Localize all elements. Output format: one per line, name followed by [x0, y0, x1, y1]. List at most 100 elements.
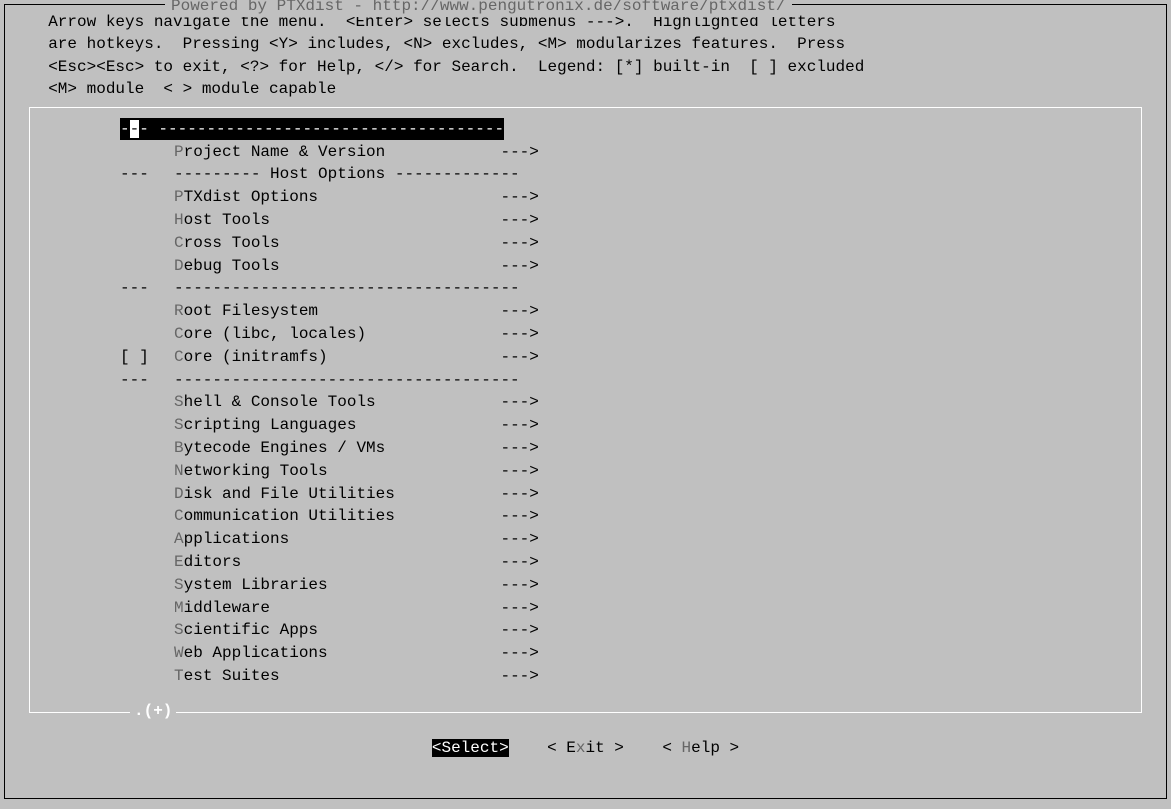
menu-item-label: oot Filesystem [184, 300, 501, 322]
menu-item[interactable]: Scientific Apps ---> [120, 619, 1141, 642]
frame-title: Powered by PTXdist - http://www.pengutro… [165, 0, 792, 17]
menu-item-label: ditors [184, 551, 501, 573]
menu-item[interactable]: Debug Tools ---> [120, 254, 1141, 277]
menu-item[interactable]: Communication Utilities ---> [120, 505, 1141, 528]
title-url-hotkey: h [373, 0, 383, 15]
menu-item-prefix [120, 642, 174, 664]
hotkey-letter: S [174, 414, 184, 436]
menu-item[interactable]: Applications ---> [120, 528, 1141, 551]
submenu-arrow-icon: ---> [500, 505, 538, 527]
menu-item-label: --------- Host Options ------------- [174, 163, 520, 185]
hotkey-letter: R [174, 300, 184, 322]
menu-item-prefix [120, 505, 174, 527]
menu-item-label: ommunication Utilities [184, 505, 501, 527]
menu-item-label: ------------------------------------ [174, 369, 520, 391]
menu-item[interactable]: Host Tools ---> [120, 209, 1141, 232]
hotkey-letter: S [174, 574, 184, 596]
submenu-arrow-icon: ---> [500, 642, 538, 664]
hotkey-letter: C [174, 323, 184, 345]
menu-item-prefix [120, 141, 174, 163]
help-text: Arrow keys navigate the menu. <Enter> se… [5, 5, 1166, 105]
menu-item[interactable]: System Libraries ---> [120, 574, 1141, 597]
menu-item[interactable]: Core (libc, locales) ---> [120, 323, 1141, 346]
submenu-arrow-icon: ---> [500, 483, 538, 505]
hotkey-letter: W [174, 642, 184, 664]
menu-item[interactable]: Cross Tools ---> [120, 232, 1141, 255]
menu-item-prefix [120, 437, 174, 459]
menu-item-label: ytecode Engines / VMs [184, 437, 501, 459]
button-bar: <Select> < Exit > < Help > [5, 737, 1166, 759]
menu-item[interactable]: --- ------------------------------------ [120, 118, 1141, 141]
menu-item-prefix [120, 300, 174, 322]
menu-item[interactable]: PTXdist Options ---> [120, 186, 1141, 209]
submenu-arrow-icon: ---> [500, 300, 538, 322]
menu-item-label: cientific Apps [184, 619, 501, 641]
menu-item[interactable]: Project Name & Version ---> [120, 140, 1141, 163]
menu-item-label: ystem Libraries [184, 574, 501, 596]
help-button[interactable]: < Help > [662, 739, 739, 757]
menu-item-label: TXdist Options [184, 186, 501, 208]
submenu-arrow-icon: ---> [500, 665, 538, 687]
submenu-arrow-icon: ---> [500, 391, 538, 413]
menu-item-prefix [120, 255, 174, 277]
outer-frame: Powered by PTXdist - http://www.pengutro… [4, 4, 1167, 799]
hotkey-letter: P [174, 141, 184, 163]
menu-item: --- --------- Host Options ------------- [120, 163, 1141, 186]
hotkey-letter: C [174, 232, 184, 254]
menu-item[interactable]: Test Suites ---> [120, 665, 1141, 688]
menu-item-prefix: [ ] [120, 346, 174, 368]
hotkey-letter: A [174, 528, 184, 550]
menu-list[interactable]: --- ------------------------------------… [30, 118, 1141, 688]
submenu-arrow-icon: ---> [500, 209, 538, 231]
menu-item-label: ------------------------------------ [174, 277, 520, 299]
hotkey-letter: D [174, 483, 184, 505]
submenu-arrow-icon: ---> [500, 232, 538, 254]
submenu-arrow-icon: ---> [500, 186, 538, 208]
menu-item-prefix [120, 460, 174, 482]
menu-item: --- ------------------------------------ [120, 368, 1141, 391]
menu-item[interactable]: Bytecode Engines / VMs ---> [120, 437, 1141, 460]
menu-item-prefix [120, 323, 174, 345]
menu-item[interactable]: Networking Tools ---> [120, 460, 1141, 483]
menu-item-prefix [120, 597, 174, 619]
menu-item[interactable]: Root Filesystem ---> [120, 300, 1141, 323]
submenu-arrow-icon: ---> [500, 323, 538, 345]
hotkey-letter: D [174, 255, 184, 277]
hotkey-letter: S [174, 619, 184, 641]
hotkey-letter: S [174, 391, 184, 413]
menu-item-label: cripting Languages [184, 414, 501, 436]
exit-button[interactable]: < Exit > [547, 739, 624, 757]
menu-item[interactable]: Web Applications ---> [120, 642, 1141, 665]
submenu-arrow-icon: ---> [500, 414, 538, 436]
menu-item-label: ost Tools [184, 209, 501, 231]
menu-item-label: ebug Tools [184, 255, 501, 277]
menu-item-prefix [120, 574, 174, 596]
menu-item[interactable]: [ ] Core (initramfs) ---> [120, 346, 1141, 369]
menu-item-label: ore (libc, locales) [184, 323, 501, 345]
hotkey-letter: M [174, 597, 184, 619]
menu-item-label: ore (initramfs) [184, 346, 501, 368]
submenu-arrow-icon: ---> [500, 141, 538, 163]
submenu-arrow-icon: ---> [500, 346, 538, 368]
menu-item[interactable]: Editors ---> [120, 551, 1141, 574]
submenu-arrow-icon: ---> [500, 551, 538, 573]
menu-item-prefix [120, 665, 174, 687]
menu-item[interactable]: Middleware ---> [120, 596, 1141, 619]
menu-item-prefix: --- [120, 163, 174, 185]
hotkey-letter: T [174, 665, 184, 687]
menu-item-label: ross Tools [184, 232, 501, 254]
menu-frame: --- ------------------------------------… [29, 107, 1142, 713]
menu-item[interactable]: Shell & Console Tools ---> [120, 391, 1141, 414]
select-button[interactable]: <Select> [432, 739, 509, 757]
menu-item-label: iddleware [184, 597, 501, 619]
submenu-arrow-icon: ---> [500, 528, 538, 550]
menu-item-label: pplications [184, 528, 501, 550]
hotkey-letter: N [174, 460, 184, 482]
menu-item-prefix [120, 551, 174, 573]
menu-item[interactable]: Scripting Languages ---> [120, 414, 1141, 437]
menu-item-prefix [120, 619, 174, 641]
menu-item: --- ------------------------------------ [120, 277, 1141, 300]
hotkey-letter: C [174, 346, 184, 368]
menu-item-label: etworking Tools [184, 460, 501, 482]
menu-item[interactable]: Disk and File Utilities ---> [120, 482, 1141, 505]
